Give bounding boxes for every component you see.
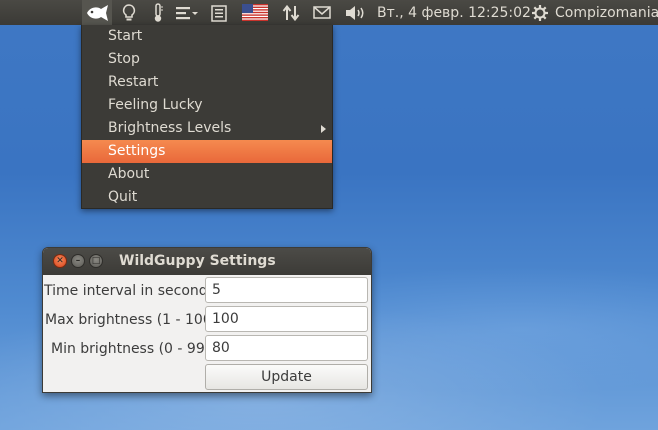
panel-user-name[interactable]: Compizomania — [555, 0, 658, 25]
maximize-icon: □ — [91, 255, 101, 266]
settings-window: ✕ – □ WildGuppy Settings Time interval i… — [42, 247, 372, 393]
window-title: WildGuppy Settings — [119, 253, 276, 269]
list-menu-icon[interactable] — [174, 0, 200, 25]
close-button[interactable]: ✕ — [53, 254, 67, 268]
us-flag-icon[interactable] — [240, 0, 270, 25]
minimize-icon: – — [75, 255, 81, 266]
panel-clock[interactable]: Вт., 4 февр. 12:25:02 — [377, 0, 531, 25]
network-arrows-icon[interactable] — [279, 0, 303, 25]
minimize-button[interactable]: – — [71, 254, 85, 268]
menu-item-label: Brightness Levels — [108, 120, 232, 136]
submenu-arrow-icon — [321, 125, 326, 133]
menu-item-quit[interactable]: Quit — [82, 186, 332, 209]
window-titlebar[interactable]: ✕ – □ WildGuppy Settings — [43, 248, 371, 275]
maximize-button[interactable]: □ — [89, 254, 103, 268]
clipboard-icon[interactable] — [207, 0, 231, 25]
speaker-icon[interactable] — [342, 0, 368, 25]
time-interval-input[interactable] — [205, 277, 368, 303]
menu-item-start[interactable]: Start — [82, 25, 332, 48]
min-brightness-input[interactable] — [205, 335, 368, 361]
fish-icon[interactable] — [82, 0, 112, 25]
menu-item-restart[interactable]: Restart — [82, 71, 332, 94]
lightbulb-icon[interactable] — [118, 0, 140, 25]
update-button[interactable]: Update — [205, 364, 368, 390]
time-interval-label: Time interval in seconds — [44, 283, 215, 299]
top-panel: Вт., 4 февр. 12:25:02 Compizomania — [0, 0, 658, 25]
mail-icon[interactable] — [311, 0, 333, 25]
gear-icon[interactable] — [530, 0, 550, 25]
menu-item-settings[interactable]: Settings — [82, 140, 332, 163]
max-brightness-input[interactable] — [205, 306, 368, 332]
close-icon: ✕ — [56, 255, 64, 266]
menu-item-feeling-lucky[interactable]: Feeling Lucky — [82, 94, 332, 117]
max-brightness-label: Max brightness (1 - 100) — [45, 312, 218, 328]
menu-item-about[interactable]: About — [82, 163, 332, 186]
menu-item-brightness-levels[interactable]: Brightness Levels — [82, 117, 332, 140]
min-brightness-label: Min brightness (0 - 99) — [51, 341, 211, 357]
indicator-menu: Start Stop Restart Feeling Lucky Brightn… — [81, 25, 333, 209]
menu-item-stop[interactable]: Stop — [82, 48, 332, 71]
thermometer-icon[interactable] — [147, 0, 169, 25]
